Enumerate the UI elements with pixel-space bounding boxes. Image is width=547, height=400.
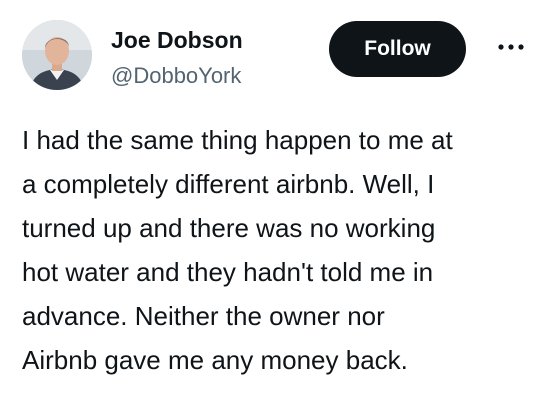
author-name[interactable]: Joe Dobson (111, 26, 243, 54)
tweet-text: I had the same thing happen to me at a c… (22, 125, 453, 375)
author-handle[interactable]: @DobboYork (111, 62, 241, 90)
user-photo-icon (22, 20, 92, 90)
follow-button[interactable]: Follow (329, 21, 466, 77)
more-options-button[interactable] (494, 33, 528, 61)
tweet-card: Joe Dobson @DobboYork Follow I had the s… (0, 0, 547, 400)
avatar[interactable] (22, 20, 92, 90)
more-dots-icon (498, 44, 524, 50)
